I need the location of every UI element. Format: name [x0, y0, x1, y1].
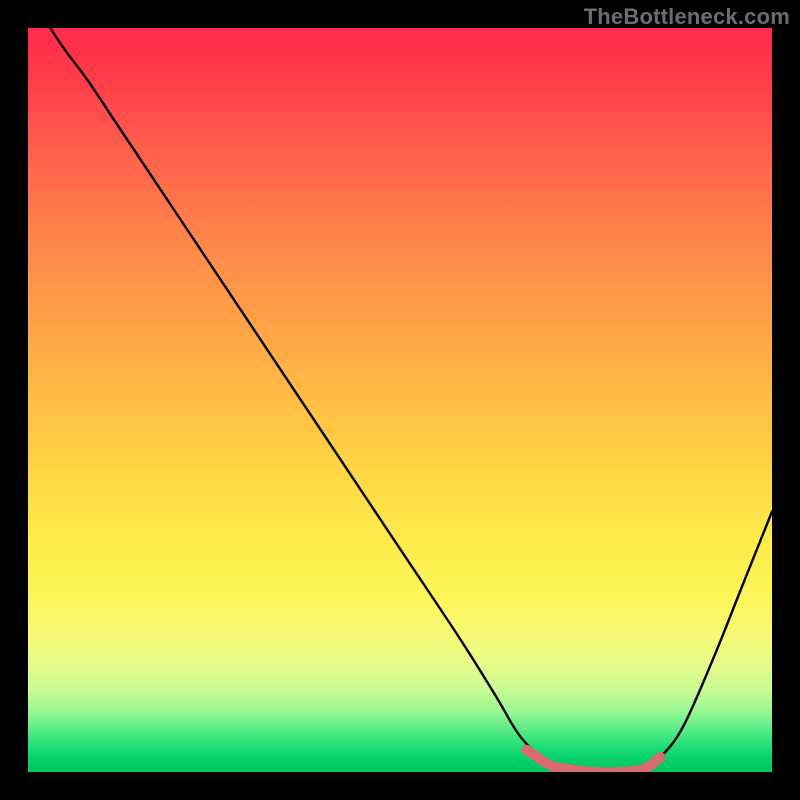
chart-svg	[28, 28, 772, 772]
bottleneck-curve	[50, 28, 772, 772]
watermark-text: TheBottleneck.com	[584, 4, 790, 30]
chart-frame: TheBottleneck.com	[0, 0, 800, 800]
optimal-range-accent	[526, 750, 660, 772]
plot-area	[28, 28, 772, 772]
